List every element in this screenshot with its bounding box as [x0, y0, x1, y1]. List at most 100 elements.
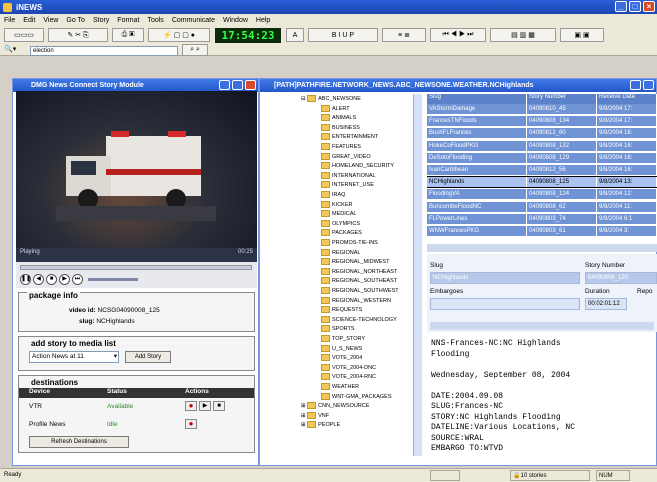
- story-list-scrollbar[interactable]: [427, 244, 657, 252]
- next-icon[interactable]: ⏭: [72, 274, 83, 285]
- table-row[interactable]: FrancesTNFloods 04090808_134 9/8/2004 17:: [427, 116, 657, 127]
- refresh-destinations-button[interactable]: Refresh Destinations: [29, 436, 129, 448]
- forward-icon[interactable]: ▶: [59, 274, 70, 285]
- find-icon[interactable]: 🔍▾: [4, 45, 26, 56]
- queue-buttons[interactable]: ▣ ▣: [560, 28, 604, 42]
- tree-node-folder[interactable]: GREAT_VIDEO: [321, 152, 371, 162]
- table-row[interactable]: NCHighlands 04090808_125 9/8/2004 13:: [427, 176, 657, 189]
- tree-scrollbar[interactable]: [413, 94, 422, 456]
- tree-node-folder[interactable]: REGIONAL_SOUTHEAST: [321, 277, 397, 286]
- column-slug[interactable]: Slug: [427, 94, 527, 104]
- menu-item-communicate[interactable]: Communicate: [172, 17, 215, 24]
- pane-minimize-button[interactable]: [219, 80, 230, 90]
- menu-item-story[interactable]: Story: [93, 17, 109, 24]
- tree-node-folder[interactable]: KICKER: [321, 200, 352, 210]
- tree-node-folder[interactable]: FEATURES: [321, 143, 361, 152]
- slug-field[interactable]: NCHighlands: [430, 272, 580, 284]
- menu-item-edit[interactable]: Edit: [23, 17, 35, 24]
- toolbar-layout-buttons[interactable]: ▭▭▭: [4, 28, 44, 42]
- duration-field[interactable]: 00:02:01:12: [585, 298, 627, 310]
- rewind-icon[interactable]: ◀: [33, 274, 44, 285]
- record-icon[interactable]: ●: [185, 401, 197, 411]
- tree-node-folder[interactable]: HOMELAND_SECURITY: [321, 162, 394, 171]
- menu-item-file[interactable]: File: [4, 17, 15, 24]
- navigation-buttons[interactable]: ⏮ ◀ ▶ ⏭: [430, 28, 486, 42]
- close-button[interactable]: ×: [643, 1, 655, 12]
- tree-node-folder[interactable]: REGIONAL_SOUTHWEST: [321, 287, 399, 296]
- story-script-text[interactable]: NNS-Frances-NC:NC Highlands Flooding Wed…: [427, 335, 653, 455]
- search-input[interactable]: election: [30, 46, 178, 56]
- play-icon[interactable]: ▶: [199, 401, 211, 411]
- tree-node-folder[interactable]: U_S_NEWS: [321, 344, 362, 354]
- menu-item-go-to[interactable]: Go To: [66, 17, 85, 24]
- tree-node-folder[interactable]: WEATHER: [321, 383, 359, 392]
- pane-close-button[interactable]: [245, 80, 256, 90]
- tree-node-folder[interactable]: VOTE_2004: [321, 354, 362, 363]
- tree-node-folder[interactable]: REGIONAL_MIDWEST: [321, 258, 389, 267]
- table-row[interactable]: DeSotoFlooding 04090808_129 9/8/2004 16:: [427, 152, 657, 163]
- add-story-button[interactable]: Add Story: [125, 351, 171, 363]
- table-row[interactable]: WNWFrancesPKG 04090803_61 9/8/2004 3:: [427, 226, 657, 236]
- tree-node-folder[interactable]: IRAQ: [321, 191, 345, 200]
- pause-icon[interactable]: ❚❚: [20, 274, 31, 285]
- table-row[interactable]: FLPowerLines 04090803_74 9/8/2004 6:1: [427, 213, 657, 224]
- story-list[interactable]: Slug Story Number Receive Date VAStormDa…: [427, 94, 657, 244]
- tree-node-folder[interactable]: BUSINESS: [321, 123, 360, 133]
- embargoes-field[interactable]: [430, 298, 580, 310]
- tree-node-folder[interactable]: PROMOS-TIE-INS: [321, 239, 378, 248]
- tree-node-folder[interactable]: REGIONAL_NORTHEAST: [321, 267, 397, 277]
- tree-node-folder[interactable]: ENTERTAINMENT: [321, 133, 378, 142]
- tree-node-folder[interactable]: VOTE_2004-DNC: [321, 363, 376, 373]
- toolbar-edit-buttons[interactable]: ✎ ✂ ⎘: [48, 28, 108, 42]
- maximize-button[interactable]: □: [629, 1, 641, 12]
- tree-node-folder[interactable]: REGIONAL_WESTERN: [321, 296, 391, 306]
- tree-node-folder[interactable]: WNT-GMA_PACKAGES: [321, 392, 392, 402]
- tree-node-folder[interactable]: INTERNATIONAL: [321, 171, 376, 181]
- table-row[interactable]: BuncombeFloodNC 04090808_62 9/8/2004 11:: [427, 201, 657, 212]
- record-icon[interactable]: ⚡ ▢ ▢ ●: [148, 28, 210, 42]
- tree-node-folder[interactable]: ⊞ VNF: [301, 411, 329, 421]
- tree-node-folder[interactable]: PACKAGES: [321, 229, 362, 238]
- tree-node-folder[interactable]: ANIMALS: [321, 114, 356, 123]
- format-buttons[interactable]: B I U P: [308, 28, 378, 42]
- volume-slider[interactable]: [88, 278, 138, 281]
- column-receive-date[interactable]: Receive Date: [597, 94, 657, 104]
- font-size-icon[interactable]: A: [286, 28, 304, 42]
- tree-node-root[interactable]: ⊟ ABC_NEWSONE: [301, 95, 361, 104]
- menu-item-window[interactable]: Window: [223, 17, 248, 24]
- tree-node-folder[interactable]: ⊞ CNN_NEWSOURCE: [301, 402, 369, 411]
- find-buttons[interactable]: ⌕ ⌕: [182, 44, 208, 56]
- story-number-field[interactable]: 04090808_125: [585, 272, 657, 284]
- tree-node-folder[interactable]: TOP_STORY: [321, 335, 365, 344]
- stop-icon[interactable]: ■: [213, 401, 225, 411]
- table-row[interactable]: BushFLFrances 04090812_60 9/8/2004 16:: [427, 128, 657, 139]
- pane-maximize-button[interactable]: [232, 80, 243, 90]
- tree-node-folder[interactable]: ALERT: [321, 104, 350, 114]
- table-row[interactable]: VAStormDamage 04090810_45 9/8/2004 17:: [427, 104, 657, 114]
- seek-slider[interactable]: [20, 265, 252, 270]
- menu-item-help[interactable]: Help: [256, 17, 270, 24]
- pane-maximize-button[interactable]: [643, 80, 654, 90]
- columns-buttons[interactable]: ▤ ▥ ▦: [490, 28, 556, 42]
- tree-node-folder[interactable]: MEDICAL: [321, 210, 356, 219]
- column-story-number[interactable]: Story Number: [527, 94, 597, 104]
- tree-node-folder[interactable]: SPORTS: [321, 325, 355, 334]
- table-row[interactable]: HokeCoFloodPKG 04090808_132 9/8/2004 16:: [427, 140, 657, 151]
- tree-node-folder[interactable]: ⊞ PEOPLE: [301, 421, 340, 430]
- video-player[interactable]: [16, 91, 257, 248]
- form-scrollbar[interactable]: [430, 322, 654, 330]
- menu-item-format[interactable]: Format: [117, 17, 139, 24]
- table-row[interactable]: FloodingVA 04090808_124 9/8/2004 12:: [427, 189, 657, 200]
- folder-tree[interactable]: ⊟ ABC_NEWSONE ALERT ANIMALS BUSINESS ENTERTA…: [261, 94, 423, 456]
- tree-node-folder[interactable]: INTERNET_USE: [321, 181, 374, 190]
- table-row[interactable]: IvanCaribbean 04090812_56 9/8/2004 16:: [427, 165, 657, 175]
- pane-minimize-button[interactable]: [630, 80, 641, 90]
- tree-node-folder[interactable]: REGIONAL: [321, 248, 360, 258]
- minimize-button[interactable]: _: [615, 1, 627, 12]
- print-icon[interactable]: ⎙ ▣: [112, 28, 144, 42]
- menu-item-tools[interactable]: Tools: [147, 17, 163, 24]
- tree-node-folder[interactable]: REQUESTS: [321, 306, 362, 315]
- stop-icon[interactable]: ■: [46, 274, 57, 285]
- tree-node-folder[interactable]: VOTE_2004-RNC: [321, 373, 376, 382]
- media-list-select[interactable]: Action News at 11 ▾: [29, 351, 119, 363]
